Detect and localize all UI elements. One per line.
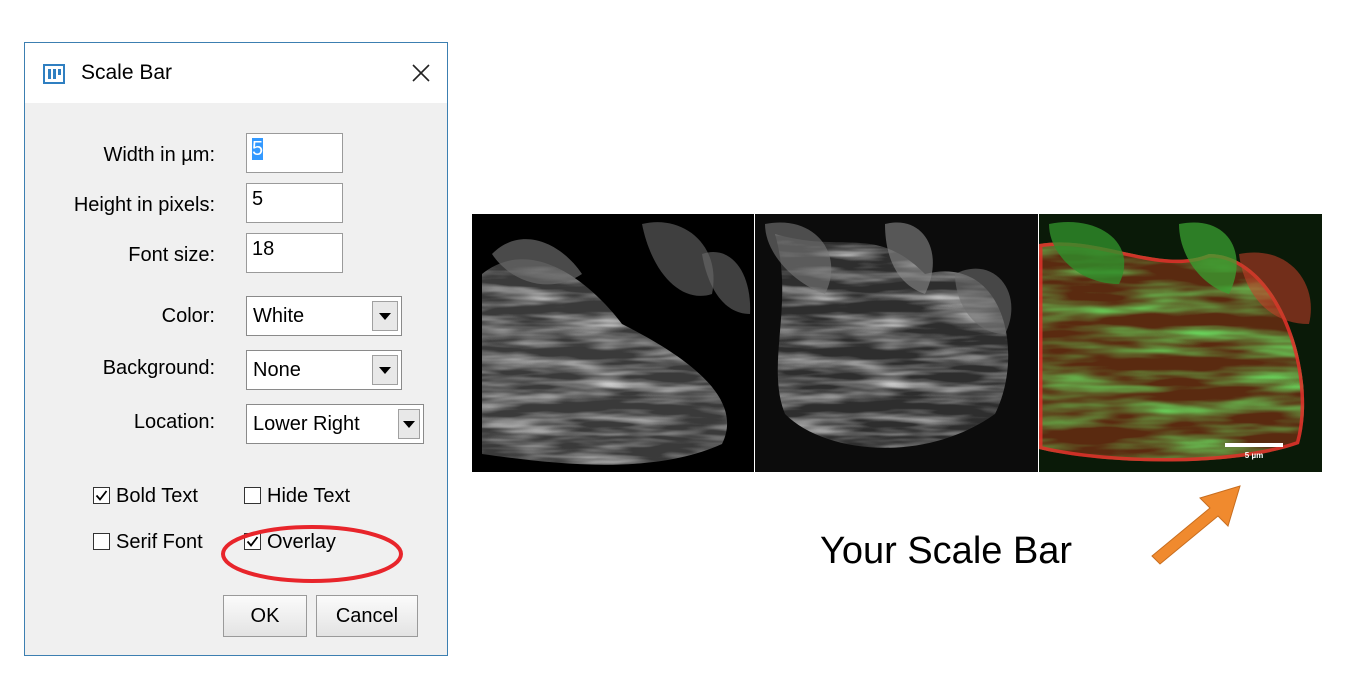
background-select[interactable]: None (246, 350, 402, 390)
checkbox-box[interactable] (244, 533, 261, 550)
font-size-value: 18 (252, 238, 275, 260)
microscopy-panel-tubulin (755, 214, 1038, 472)
cancel-button[interactable]: Cancel (316, 595, 418, 637)
font-size-input[interactable]: 18 (246, 233, 343, 273)
height-label: Height in pixels: (73, 194, 215, 216)
width-input[interactable]: 5 (246, 133, 343, 173)
chevron-down-icon[interactable] (372, 301, 398, 331)
bold-text-checkbox[interactable]: Bold Text (93, 485, 198, 508)
location-select[interactable]: Lower Right (246, 404, 424, 444)
bold-text-label: Bold Text (116, 485, 198, 507)
hide-text-checkbox[interactable]: Hide Text (244, 485, 350, 508)
scale-bar-line (1225, 443, 1283, 447)
location-select-value: Lower Right (253, 413, 360, 435)
color-select-value: White (253, 305, 305, 327)
color-label: Color: (161, 305, 215, 327)
chevron-down-icon[interactable] (372, 355, 398, 385)
microscopy-panel-actin (472, 214, 754, 472)
microscopy-panel-merge: 5 µm (1039, 214, 1322, 472)
scale-bar-dialog: Scale Bar Width in µm: 5 Height in pixel… (24, 42, 448, 656)
color-select[interactable]: White (246, 296, 402, 336)
imagej-icon (43, 63, 65, 85)
microscopy-figure: 5 µm (472, 214, 1322, 472)
figure-caption: Your Scale Bar (820, 530, 1073, 572)
height-value: 5 (252, 188, 264, 210)
height-input[interactable]: 5 (246, 183, 343, 223)
hide-text-label: Hide Text (267, 485, 351, 507)
overlay-checkbox[interactable]: Overlay (244, 531, 336, 554)
dialog-title: Scale Bar (81, 61, 173, 84)
font-size-label: Font size: (128, 244, 215, 266)
background-select-value: None (253, 359, 301, 381)
title-bar[interactable]: Scale Bar (25, 43, 447, 103)
background-label: Background: (102, 357, 215, 379)
scale-bar-label: 5 µm (1245, 451, 1263, 460)
ok-button[interactable]: OK (223, 595, 307, 637)
checkbox-box[interactable] (93, 487, 110, 504)
width-label: Width in µm: (103, 144, 215, 166)
checkbox-box[interactable] (93, 533, 110, 550)
chevron-down-icon[interactable] (398, 409, 420, 439)
width-value: 5 (252, 138, 264, 160)
location-label: Location: (133, 411, 215, 433)
arrow-annotation (1151, 485, 1241, 565)
serif-font-checkbox[interactable]: Serif Font (93, 531, 203, 554)
overlay-label: Overlay (267, 531, 336, 553)
checkbox-box[interactable] (244, 487, 261, 504)
serif-font-label: Serif Font (116, 531, 203, 553)
close-icon[interactable] (403, 55, 439, 91)
